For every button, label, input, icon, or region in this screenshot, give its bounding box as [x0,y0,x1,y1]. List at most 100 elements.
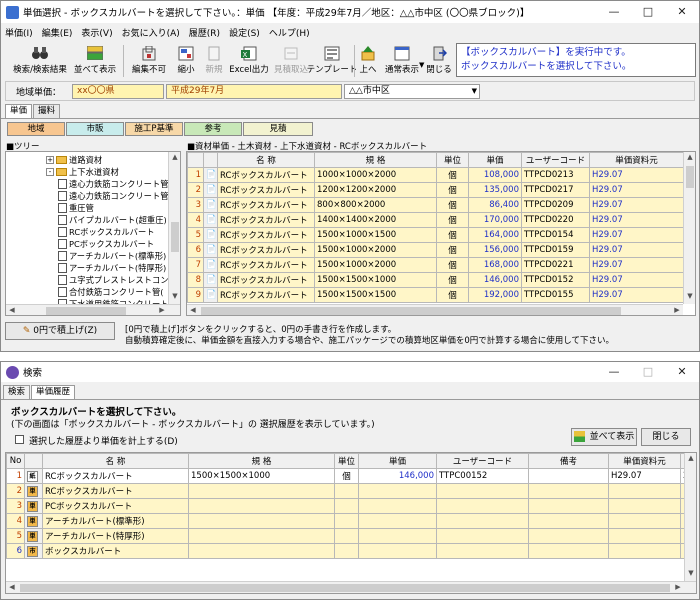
up-button[interactable]: 上へ [357,43,379,79]
tab-unit-price[interactable]: 単価 [5,104,33,118]
close-icon[interactable]: ✕ [665,362,699,382]
col-price[interactable]: 単価 [468,152,522,168]
tab-search[interactable]: 検索 [3,385,31,399]
menu-edit[interactable]: 編集(E) [42,26,73,39]
scroll-right-icon[interactable]: ▶ [671,306,683,314]
search-button[interactable]: 検索/検索結果 [9,43,71,79]
table-row[interactable]: 5 📄 RCボックスカルバート 1500×1000×1500 個 164,000 TTPCD… [187,227,684,243]
excel-export-button[interactable]: X Excel出力 [229,43,269,79]
category-construction-button[interactable]: 施工P基準 [125,122,183,136]
tree-node[interactable]: 重圧管 [58,202,94,214]
quote-import-button[interactable]: 見積取込 [271,43,311,79]
menu-settings[interactable]: 設定(S) [229,26,260,39]
table-row[interactable]: 6 市ボックスカルバート [6,543,685,559]
edit-disabled-button[interactable]: 編集不可 [129,43,169,79]
table-row[interactable]: 4 📄 RCボックスカルバート 1400×1400×2000 個 170,000 TTPCD… [187,212,684,228]
history-vertical-scrollbar[interactable]: ▲ ▼ [684,453,696,581]
maximize-icon[interactable]: □ [631,1,665,23]
table-row[interactable]: 3 単 PCボックスカルバート [6,498,685,514]
list-hscroll-thumb[interactable] [201,307,621,315]
new-button[interactable]: 新規 [203,43,225,79]
menu-unit-price[interactable]: 単価(I) [5,26,33,39]
history-hscroll-thumb[interactable] [20,584,670,592]
tree-scroll-thumb[interactable] [171,222,179,252]
scroll-up-icon[interactable]: ▲ [169,153,180,161]
tab-price-history[interactable]: 単価履歴 [31,385,76,399]
scroll-down-icon[interactable]: ▼ [169,292,180,300]
menu-view[interactable]: 表示(V) [81,26,112,39]
tree-node[interactable]: PCボックスカルバート [58,238,154,250]
col-spec[interactable]: 規 格 [188,453,335,469]
shrink-button[interactable]: 縮小 [173,43,199,79]
normal-view-button[interactable]: 通常表示 [384,43,420,79]
tree-horizontal-scrollbar[interactable]: ◀ ▶ [6,304,180,315]
list-all-button[interactable]: 並べて表示 [73,43,117,79]
menu-favorites[interactable]: お気に入り(A) [122,26,180,39]
category-region-button[interactable]: 地域 [7,122,65,136]
template-button[interactable]: テンプレート [307,43,357,79]
col-user-code[interactable]: ユーザーコード [436,453,529,469]
toolbar-close-button[interactable]: 閉じる [425,43,453,79]
menu-help[interactable]: ヘルプ(H) [269,26,310,39]
tree-node[interactable]: + 道路資材 [46,154,102,166]
scroll-right-icon[interactable]: ▶ [156,306,168,314]
expand-icon[interactable]: + [46,156,54,164]
col-note[interactable]: 備考 [528,453,609,469]
tree-node[interactable]: - 上下水道資材 [46,166,119,178]
table-row[interactable]: 8 📄 RCボックスカルバート 1500×1500×1000 個 146,000 TTPCD… [187,272,684,288]
col-price[interactable]: 単価 [358,453,437,469]
list-horizontal-scrollbar[interactable]: ◀ ▶ [187,304,683,315]
history-horizontal-scrollbar[interactable]: ◀ ▶ [6,581,696,593]
table-row[interactable]: 1 📄 RCボックスカルバート 1000×1000×2000 個 108,000 TTPCD… [187,167,684,183]
scroll-up-icon[interactable]: ▲ [685,454,696,462]
scroll-right-icon[interactable]: ▶ [672,583,684,591]
tab-material[interactable]: 撮料 [33,104,61,118]
close-icon[interactable]: ✕ [665,1,699,23]
list-vertical-scrollbar[interactable]: ▲ ▼ [683,152,695,304]
history-checkbox[interactable] [15,435,24,444]
table-row[interactable]: 1 紙 RCボックスカルバート 1500×1500×1000 個 146,000 TTPC0… [6,468,685,484]
col-name[interactable]: 名 称 [42,453,189,469]
table-row[interactable]: 9 📄 RCボックスカルバート 1500×1500×1500 個 192,000 TTPCD… [187,287,684,303]
prefecture-field[interactable]: xx〇〇県 [72,84,164,99]
area-select[interactable]: △△市中区 ▼ [344,84,480,99]
col-spec[interactable]: 規 格 [314,152,437,168]
scroll-left-icon[interactable]: ◀ [187,306,199,314]
col-unit[interactable]: 単位 [334,453,359,469]
tree-node[interactable]: ユ字式プレストレストコンクリート [58,274,180,286]
tree-node[interactable]: RCボックスカルバート [58,226,155,238]
col-no[interactable]: No [6,453,25,469]
menu-history[interactable]: 履歴(R) [189,26,220,39]
normal-view-dropdown-icon[interactable]: ▼ [419,61,424,69]
scroll-left-icon[interactable]: ◀ [6,306,18,314]
minimize-icon[interactable]: — [597,362,631,382]
category-tree[interactable]: + 道路資材 - 上下水道資材 遠心力鉄筋コンクリート管 遠心力鉄筋コンクリート管 重圧管パ… [5,151,181,316]
minimize-icon[interactable]: — [597,1,631,23]
search-list-all-button[interactable]: 並べて表示 [571,428,637,446]
scroll-up-icon[interactable]: ▲ [684,153,695,161]
table-row[interactable]: 2 単 RCボックスカルバート [6,483,685,499]
collapse-icon[interactable]: - [46,168,54,176]
table-row[interactable]: 6 📄 RCボックスカルバート 1500×1000×2000 個 156,000 TTPCD… [187,242,684,258]
col-user-code[interactable]: ユーザーコード [521,152,590,168]
scroll-left-icon[interactable]: ◀ [6,583,18,591]
category-reference-button[interactable]: 参考 [184,122,242,136]
tree-node[interactable]: 合付鉄筋コンクリート管( [58,286,164,298]
scroll-down-icon[interactable]: ▼ [684,292,695,300]
tree-node[interactable]: アーチカルバート(標準形) [58,250,166,262]
category-retail-button[interactable]: 市販 [66,122,124,136]
maximize-icon[interactable]: □ [631,362,665,382]
tree-node[interactable]: アーチカルバート(特厚形) [58,262,166,274]
col-name[interactable]: 名 称 [217,152,315,168]
table-row[interactable]: 7 📄 RCボックスカルバート 1500×1000×2000 個 168,000 TTPCD… [187,257,684,273]
scroll-down-icon[interactable]: ▼ [685,569,696,577]
tree-node[interactable]: 遠心力鉄筋コンクリート管 [58,178,169,190]
table-row[interactable]: 4 単アーチカルバート(標準形) [6,513,685,529]
table-row[interactable]: 5 単アーチカルバート(特厚形) [6,528,685,544]
tree-node[interactable]: 遠心力鉄筋コンクリート管 [58,190,169,202]
year-field[interactable]: 平成29年7月 [166,84,342,99]
tree-vertical-scrollbar[interactable]: ▲ ▼ [168,152,180,304]
tree-node[interactable]: パイプカルバート(超重圧) [58,214,167,226]
col-source[interactable]: 単価資料元 [589,152,684,168]
list-scroll-thumb[interactable] [686,166,694,188]
